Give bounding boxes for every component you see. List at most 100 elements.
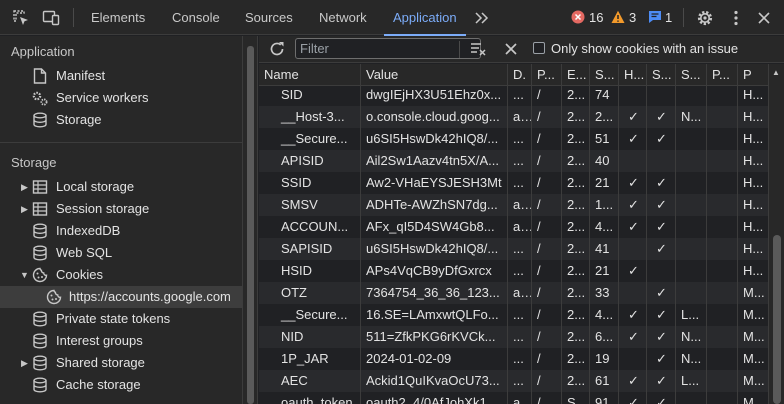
cell-samesite — [676, 194, 707, 216]
cell-path: / — [532, 172, 562, 194]
sidebar-item-label: Web SQL — [56, 245, 113, 260]
sidebar-item-storage[interactable]: Storage — [0, 109, 242, 131]
column-header-path[interactable]: P... — [532, 64, 562, 86]
table-row[interactable]: __Host-3... o.console.cloud.goog... a.../2… — [259, 106, 769, 128]
cell-samesite: L... — [676, 304, 707, 326]
column-header-expires[interactable]: E... — [562, 64, 590, 86]
delete-selected-icon[interactable] — [502, 40, 520, 58]
sidebar-item-session-storage[interactable]: ▶ Session storage — [0, 198, 242, 220]
settings-gear-icon[interactable] — [696, 9, 714, 27]
sidebar-item-cache-storage[interactable]: Cache storage — [0, 374, 242, 396]
cell-name: SSID — [259, 172, 361, 194]
more-tabs-chevron-icon[interactable] — [473, 9, 491, 27]
table-scrollbar[interactable]: ▲ — [769, 64, 784, 404]
table-row[interactable]: APISID Ail2Sw1Aazv4tn5X/A....../2... 40 H..… — [259, 150, 769, 172]
column-header-secure[interactable]: S... — [647, 64, 676, 86]
cell-value: APs4VqCB9yDfGxrcx — [361, 260, 508, 282]
sidebar-item-cookie-origin[interactable]: https://accounts.google.com — [0, 286, 242, 308]
tab-console[interactable]: Console — [172, 0, 220, 35]
expand-arrow-icon[interactable]: ▶ — [21, 198, 28, 220]
cell-value: o.console.cloud.goog... — [361, 106, 508, 128]
scroll-up-arrow-icon[interactable]: ▲ — [772, 68, 780, 77]
table-row[interactable]: __Secure... 16.SE=LAmxwtQLFo....../2... 4.… — [259, 304, 769, 326]
table-row[interactable]: 1P_JAR 2024-01-02-09.../2... 19 ✓ N... M... — [259, 348, 769, 370]
table-row[interactable]: OTZ 7364754_36_36_123... a.../2... 33 ✓ M... — [259, 282, 769, 304]
table-row[interactable]: AEC Ackid1QuIKvaOcU73....../2... 61 ✓ ✓ L... M… — [259, 370, 769, 392]
sidebar-item-cookies[interactable]: ▼ Cookies — [0, 264, 242, 286]
expand-arrow-icon[interactable]: ▶ — [21, 176, 28, 198]
table-scrollbar-thumb[interactable] — [773, 235, 781, 404]
sidebar-item-label: IndexedDB — [56, 223, 121, 238]
inspect-element-icon[interactable] — [12, 9, 30, 27]
cell-samesite — [676, 172, 707, 194]
column-header-httponly[interactable]: H... — [619, 64, 647, 86]
clear-filtered-cookies-icon[interactable] — [469, 40, 487, 58]
warning-count[interactable]: 3 — [629, 9, 636, 27]
column-header-partition[interactable]: P... — [707, 64, 738, 86]
cell-samesite — [676, 238, 707, 260]
cell-name: oauth_token — [259, 392, 361, 404]
table-row[interactable]: ACCOUN... AFx_qI5D4SW4Gb8... a.../2... 4...… — [259, 216, 769, 238]
table-row[interactable]: SID dwgIEjHX3U51Ehz0x....../2... 74 H... — [259, 84, 769, 106]
table-row[interactable]: SMSV ADHTe-AWZhSN7dg... a.../2... 1... ✓ ✓ H..… — [259, 194, 769, 216]
cell-secure — [647, 260, 676, 282]
filter-input[interactable] — [295, 38, 481, 59]
sidebar-scrollbar[interactable] — [243, 36, 258, 404]
error-count[interactable]: 16 — [589, 9, 603, 27]
cell-secure: ✓ — [647, 304, 676, 326]
cell-partition — [707, 326, 738, 348]
cell-samesite — [676, 84, 707, 106]
sidebar-item-interest-groups[interactable]: Interest groups — [0, 330, 242, 352]
more-options-icon[interactable] — [727, 9, 745, 27]
cell-secure: ✓ — [647, 106, 676, 128]
column-header-priority[interactable]: P — [738, 64, 769, 86]
table-row[interactable]: NID 511=ZfkPKG6rKVCk....../2... 6... ✓ ✓ N...… — [259, 326, 769, 348]
toolbar-divider — [73, 8, 74, 27]
sidebar-scrollbar-thumb[interactable] — [247, 46, 254, 404]
expand-arrow-icon[interactable]: ▶ — [21, 352, 28, 374]
cell-partition — [707, 260, 738, 282]
refresh-icon[interactable] — [267, 39, 287, 59]
collapse-arrow-icon[interactable]: ▼ — [20, 264, 29, 286]
close-devtools-icon[interactable] — [755, 9, 773, 27]
column-header-size[interactable]: S... — [590, 64, 619, 86]
device-toolbar-icon[interactable] — [42, 9, 60, 27]
column-header-samesite[interactable]: S... — [676, 64, 707, 86]
cell-expires: 2... — [562, 216, 590, 238]
sidebar-item-web-sql[interactable]: Web SQL — [0, 242, 242, 264]
cell-path: / — [532, 84, 562, 106]
sidebar-item-shared-storage[interactable]: ▶ Shared storage — [0, 352, 242, 374]
message-count[interactable]: 1 — [665, 9, 672, 27]
tab-sources[interactable]: Sources — [245, 0, 293, 35]
tab-elements[interactable]: Elements — [91, 0, 145, 35]
sidebar-item-label: Service workers — [56, 90, 149, 105]
cell-partition — [707, 84, 738, 106]
table-row[interactable]: SSID Aw2-VHaEYSJESH3Mt.../2... 21 ✓ ✓ H... — [259, 172, 769, 194]
column-header-domain[interactable]: D. — [508, 64, 532, 86]
sidebar-item-local-storage[interactable]: ▶ Local storage — [0, 176, 242, 198]
cell-secure: ✓ — [647, 238, 676, 260]
table-row[interactable]: oauth_token oauth2_4/0AfJohXk1... a... / S..… — [259, 392, 769, 404]
table-row[interactable]: __Secure... u6SI5HswDk42hIQ8/....../2... 5… — [259, 128, 769, 150]
cell-size: 1... — [590, 194, 619, 216]
cell-secure: ✓ — [647, 216, 676, 238]
tab-network[interactable]: Network — [319, 0, 367, 35]
table-row[interactable]: HSID APs4VqCB9yDfGxrcx.../2... 21 ✓ H... — [259, 260, 769, 282]
cell-size: 19 — [590, 348, 619, 370]
cell-secure: ✓ — [647, 172, 676, 194]
sidebar-item-manifest[interactable]: Manifest — [0, 65, 242, 87]
cell-expires: 2... — [562, 194, 590, 216]
sidebar-item-service-workers[interactable]: Service workers — [0, 87, 242, 109]
document-icon — [33, 68, 47, 84]
sidebar-item-indexeddb[interactable]: IndexedDB — [0, 220, 242, 242]
toolbar-divider — [459, 41, 460, 58]
cell-priority: M... — [738, 348, 769, 370]
tab-application[interactable]: Application — [384, 0, 466, 36]
cell-priority: M... — [738, 304, 769, 326]
sidebar-item-private-state-tokens[interactable]: Private state tokens — [0, 308, 242, 330]
cell-name: HSID — [259, 260, 361, 282]
column-header-value[interactable]: Value — [361, 64, 508, 86]
table-row[interactable]: SAPISID u6SI5HswDk42hIQ8/....../2... 41 ✓ H.… — [259, 238, 769, 260]
only-issues-checkbox[interactable] — [533, 42, 545, 54]
column-header-name[interactable]: Name — [259, 64, 361, 86]
